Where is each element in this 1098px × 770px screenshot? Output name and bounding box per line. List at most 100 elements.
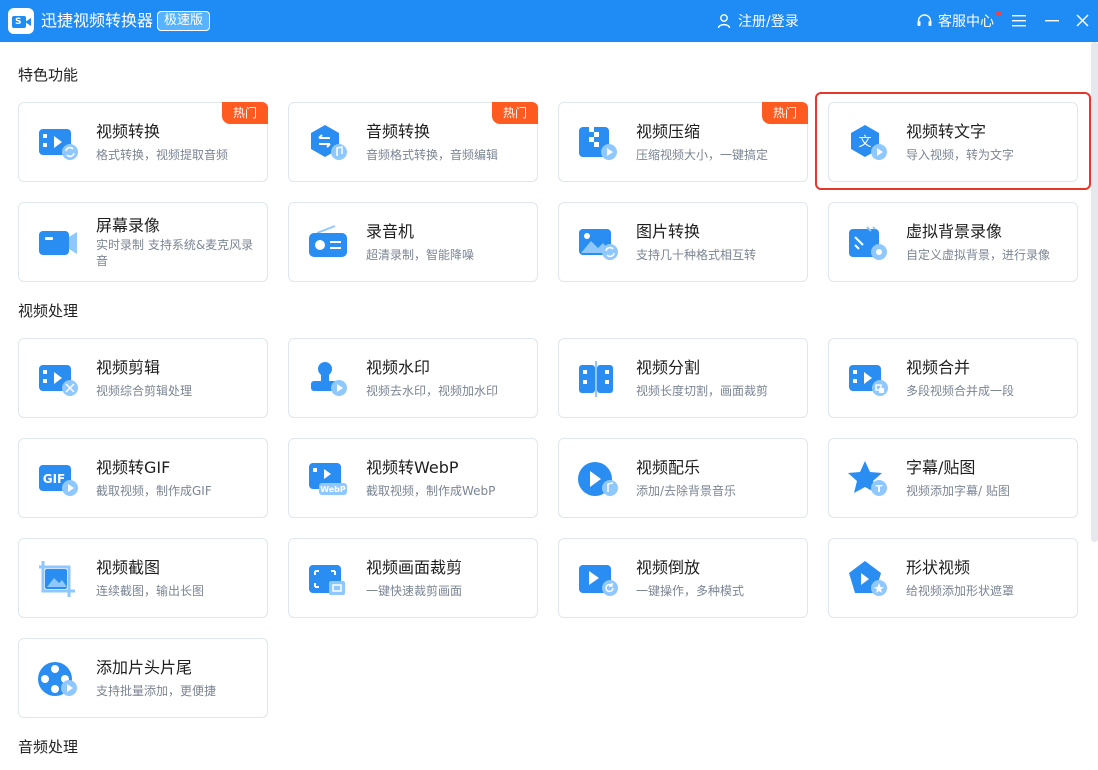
card-audio-convert[interactable]: 音频转换 音频格式转换，音频编辑 热门: [288, 102, 538, 182]
support-label: 客服中心: [938, 14, 994, 30]
close-button[interactable]: [1073, 11, 1091, 29]
card-description: 视频长度切割，画面裁剪: [636, 384, 769, 398]
card-video-merge[interactable]: 视频合并 多段视频合并成一段: [828, 338, 1078, 418]
vertical-scrollbar[interactable]: [1091, 42, 1098, 542]
reverse-icon: [579, 565, 618, 596]
card-title: 图片转换: [636, 222, 701, 241]
card-video-compress[interactable]: 视频压缩 压缩视频大小，一键搞定 热门: [558, 102, 808, 182]
section-title-video: 视频处理: [18, 302, 79, 320]
card-title: 视频转文字: [906, 122, 987, 141]
card-subtitle-sticker[interactable]: T 字幕/贴图 视频添加字幕/ 贴图: [828, 438, 1078, 518]
video-edit-icon: [39, 365, 78, 396]
hot-badge: 热门: [222, 102, 268, 124]
shape-icon: [849, 561, 887, 596]
recorder-icon: [309, 225, 347, 257]
menu-icon: [1012, 14, 1026, 26]
video-convert-icon: [39, 129, 78, 160]
app-title: 迅捷视频转换器: [41, 11, 154, 30]
card-video-edit[interactable]: 视频剪辑 视频综合剪辑处理: [18, 338, 268, 418]
card-voice-recorder[interactable]: 录音机 超清录制，智能降噪: [288, 202, 538, 282]
card-title: 视频画面裁剪: [366, 558, 463, 577]
card-video-watermark[interactable]: 视频水印 视频去水印，视频加水印: [288, 338, 538, 418]
gif-icon: GIF: [39, 465, 78, 496]
card-description: 连续截图，输出长图: [96, 584, 205, 598]
audio-convert-icon: [311, 125, 347, 160]
card-description: 音频格式转换，音频编辑: [366, 148, 499, 162]
card-title: 形状视频: [906, 558, 971, 577]
card-title: 视频合并: [906, 358, 971, 377]
card-title: 视频转GIF: [96, 458, 171, 477]
svg-text:T: T: [876, 484, 883, 495]
svg-text:WebP: WebP: [320, 485, 346, 494]
minimize-icon: [1045, 20, 1059, 22]
card-video-screenshot[interactable]: 视频截图 连续截图，输出长图: [18, 538, 268, 618]
card-description: 多段视频合并成一段: [906, 384, 1015, 398]
user-icon: [717, 14, 731, 29]
headset-icon: [917, 14, 932, 26]
login-label: 注册/登录: [738, 14, 799, 30]
card-video-to-text[interactable]: 文 视频转文字 导入视频，转为文字: [828, 102, 1078, 182]
card-video-webp[interactable]: WebP 视频转WebP 截取视频，制作成WebP: [288, 438, 538, 518]
card-screen-record[interactable]: 屏幕录像 实时录制 支持系统&麦克风录音: [18, 202, 268, 282]
card-description: 实时录制 支持系统&麦克风录音: [96, 238, 254, 268]
crop-icon: [309, 565, 345, 595]
webp-icon: WebP: [309, 463, 347, 495]
card-description: 超清录制，智能降噪: [366, 248, 475, 262]
minimize-button[interactable]: [1043, 11, 1061, 29]
main-content: 特色功能 视频转换 格式转换，视频提取音频 热门 音频转换 音频格式转换，音频编…: [0, 42, 1098, 770]
card-title: 音频转换: [366, 122, 431, 141]
card-description: 自定义虚拟背景，进行录像: [906, 248, 1051, 262]
card-title: 视频转WebP: [366, 458, 459, 477]
title-bar: S 迅捷视频转换器 极速版 注册/登录 客服中心: [0, 0, 1098, 42]
card-video-split[interactable]: 视频分割 视频长度切割，画面裁剪: [558, 338, 808, 418]
video-compress-icon: [579, 127, 617, 160]
video-split-icon: [579, 361, 613, 397]
card-shape-video[interactable]: 形状视频 给视频添加形状遮罩: [828, 538, 1078, 618]
svg-text:GIF: GIF: [43, 472, 66, 486]
notification-dot: [996, 11, 1001, 16]
login-button[interactable]: 注册/登录: [716, 11, 799, 31]
card-title: 视频截图: [96, 558, 161, 577]
subtitle-star-icon: T: [848, 461, 887, 496]
card-title: 视频倒放: [636, 558, 701, 577]
svg-text:文: 文: [858, 135, 871, 150]
screenshot-icon: [39, 561, 75, 597]
card-video-gif[interactable]: GIF 视频转GIF 截取视频，制作成GIF: [18, 438, 268, 518]
card-description: 截取视频，制作成WebP: [366, 484, 496, 498]
card-title: 视频分割: [636, 358, 701, 377]
card-video-crop[interactable]: 视频画面裁剪 一键快速裁剪画面: [288, 538, 538, 618]
card-description: 一键快速裁剪画面: [366, 584, 463, 598]
card-description: 截取视频，制作成GIF: [96, 484, 212, 498]
watermark-icon: [311, 362, 347, 396]
virtual-background-icon: [849, 226, 887, 260]
card-description: 视频综合剪辑处理: [96, 384, 193, 398]
screen-record-icon: [39, 231, 77, 255]
card-video-convert[interactable]: 视频转换 格式转换，视频提取音频 热门: [18, 102, 268, 182]
card-description: 压缩视频大小，一键搞定: [636, 148, 769, 162]
card-description: 支持几十种格式相互转: [636, 248, 757, 262]
card-description: 格式转换，视频提取音频: [96, 148, 229, 162]
card-description: 视频去水印，视频加水印: [366, 384, 499, 398]
video-to-text-icon: 文: [851, 125, 887, 160]
close-icon: [1075, 13, 1089, 27]
music-icon: [578, 462, 618, 496]
card-image-convert[interactable]: 图片转换 支持几十种格式相互转: [558, 202, 808, 282]
card-title: 视频压缩: [636, 122, 701, 141]
support-button[interactable]: 客服中心: [916, 11, 994, 31]
section-title-featured: 特色功能: [18, 66, 79, 84]
card-video-music[interactable]: 视频配乐 添加/去除背景音乐: [558, 438, 808, 518]
card-title: 屏幕录像: [96, 216, 161, 235]
card-title: 视频剪辑: [96, 358, 161, 377]
card-description: 支持批量添加，更便捷: [96, 684, 217, 698]
card-description: 添加/去除背景音乐: [636, 484, 737, 498]
card-title: 录音机: [366, 222, 415, 241]
card-title: 虚拟背景录像: [906, 222, 1003, 241]
card-title: 视频水印: [366, 358, 431, 377]
card-description: 一键操作，多种模式: [636, 584, 745, 598]
menu-button[interactable]: [1010, 11, 1028, 29]
card-virtual-background[interactable]: 虚拟背景录像 自定义虚拟背景，进行录像: [828, 202, 1078, 282]
card-video-reverse[interactable]: 视频倒放 一键操作，多种模式: [558, 538, 808, 618]
hot-badge: 热门: [492, 102, 538, 124]
card-description: 给视频添加形状遮罩: [906, 584, 1015, 598]
card-intro-outro[interactable]: 添加片头片尾 支持批量添加，更便捷: [18, 638, 268, 718]
